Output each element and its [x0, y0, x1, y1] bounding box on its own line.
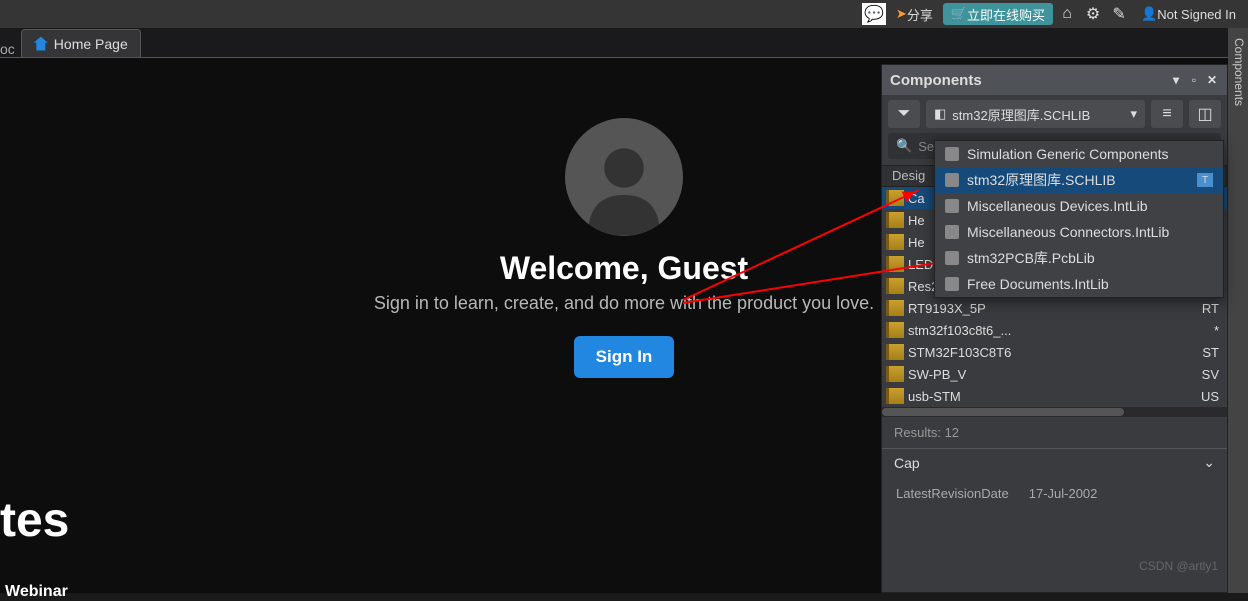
- filter-button[interactable]: ⏷: [888, 100, 920, 128]
- detail-name: Cap: [894, 455, 920, 471]
- welcome-title: Welcome, Guest: [324, 250, 924, 287]
- component-icon: [886, 388, 904, 404]
- home-tab-icon: [34, 37, 48, 51]
- panel-header: Components ▾ ▫ ✕: [882, 65, 1227, 95]
- buy-button[interactable]: 🛒 立即在线购买: [943, 3, 1053, 25]
- side-tabs: Components: [1228, 28, 1248, 593]
- chevron-down-icon: ⌄: [1203, 454, 1215, 471]
- help-icon[interactable]: ✎: [1107, 3, 1131, 25]
- component-icon: [886, 256, 904, 272]
- share-button[interactable]: ➤分享: [888, 3, 941, 25]
- lib-icon: [945, 251, 959, 265]
- signin-label: Not Signed In: [1157, 7, 1236, 22]
- component-icon: [886, 344, 904, 360]
- panel-close-icon[interactable]: ✕: [1205, 73, 1219, 87]
- side-tab-components[interactable]: Components: [1228, 28, 1248, 116]
- welcome-block: Welcome, Guest Sign in to learn, create,…: [324, 118, 924, 378]
- active-badge: T: [1197, 173, 1213, 187]
- watermark: CSDN @artly1: [1139, 559, 1218, 573]
- signin-button[interactable]: Sign In: [574, 336, 675, 378]
- table-row[interactable]: usb-STM US: [882, 385, 1227, 407]
- table-row[interactable]: stm32f103c8t6_... *: [882, 319, 1227, 341]
- table-row[interactable]: RT9193X_5P RT: [882, 297, 1227, 319]
- h-scrollbar[interactable]: [882, 407, 1227, 417]
- tes-heading: tes: [0, 493, 69, 548]
- gear-icon[interactable]: ⚙: [1081, 3, 1105, 25]
- detail-val: 17-Jul-2002: [1029, 486, 1098, 501]
- panel-title: Components: [890, 72, 982, 89]
- tab-bar: oc Home Page: [0, 28, 1248, 58]
- dropdown-label: stm32PCB库.PcbLib: [967, 248, 1095, 268]
- row-foot: ST: [1193, 345, 1223, 360]
- row-name: STM32F103C8T6: [908, 345, 1133, 360]
- notify-button[interactable]: 💬: [862, 3, 886, 25]
- avatar: [565, 118, 683, 236]
- dropdown-label: stm32原理图库.SCHLIB: [967, 170, 1116, 190]
- selected-lib-label: stm32原理图库.SCHLIB: [952, 105, 1090, 124]
- component-icon: [886, 278, 904, 294]
- table-row[interactable]: SW-PB_V SV: [882, 363, 1227, 385]
- row-foot: RT: [1193, 301, 1223, 316]
- lib-icon: [945, 173, 959, 187]
- lib-icon: [945, 277, 959, 291]
- tab-fragment: oc: [0, 41, 21, 57]
- top-toolbar: 💬 ➤分享 🛒 立即在线购买 ⌂ ⚙ ✎ 👤 Not Signed In: [0, 0, 1248, 28]
- library-dropdown: Simulation Generic Components stm32原理图库.S…: [934, 140, 1224, 298]
- dropdown-item[interactable]: stm32PCB库.PcbLib: [935, 245, 1223, 271]
- list-view-button[interactable]: ≡: [1151, 100, 1183, 128]
- panel-toolbar: ⏷ ◧ stm32原理图库.SCHLIB ▾ ≡ ◫: [882, 95, 1227, 133]
- table-row[interactable]: STM32F103C8T6 ST: [882, 341, 1227, 363]
- detail-view-button[interactable]: ◫: [1189, 100, 1221, 128]
- share-label: 分享: [907, 5, 933, 24]
- lib-icon: [945, 147, 959, 161]
- detail-body: LatestRevisionDate 17-Jul-2002: [882, 476, 1227, 511]
- component-icon: [886, 366, 904, 382]
- home-tab-label: Home Page: [54, 36, 128, 52]
- component-icon: [886, 300, 904, 316]
- search-icon: 🔍: [896, 138, 912, 154]
- welcome-subtitle: Sign in to learn, create, and do more wi…: [324, 293, 924, 314]
- dropdown-item[interactable]: Free Documents.IntLib: [935, 271, 1223, 297]
- row-name: usb-STM: [908, 389, 1133, 404]
- component-icon: [886, 212, 904, 228]
- row-name: stm32f103c8t6_...: [908, 323, 1133, 338]
- library-selector[interactable]: ◧ stm32原理图库.SCHLIB ▾: [926, 100, 1145, 128]
- results-count: Results: 12: [882, 417, 1227, 448]
- row-foot: US: [1193, 389, 1223, 404]
- lib-icon: [945, 199, 959, 213]
- panel-pin-icon[interactable]: ▫: [1187, 73, 1201, 87]
- search-placeholder: Se: [918, 139, 934, 154]
- dropdown-label: Miscellaneous Devices.IntLib: [967, 198, 1148, 214]
- dropdown-item[interactable]: Miscellaneous Devices.IntLib: [935, 193, 1223, 219]
- chevron-down-icon: ▾: [1130, 106, 1137, 122]
- signin-status[interactable]: 👤 Not Signed In: [1133, 3, 1244, 25]
- row-foot: SV: [1193, 367, 1223, 382]
- lib-icon: [945, 225, 959, 239]
- dropdown-label: Free Documents.IntLib: [967, 276, 1109, 292]
- detail-key: LatestRevisionDate: [896, 486, 1009, 501]
- row-name: RT9193X_5P: [908, 301, 1133, 316]
- dropdown-item[interactable]: Simulation Generic Components: [935, 141, 1223, 167]
- tab-home[interactable]: Home Page: [21, 29, 141, 57]
- dropdown-label: Miscellaneous Connectors.IntLib: [967, 224, 1169, 240]
- home-icon[interactable]: ⌂: [1055, 3, 1079, 25]
- component-icon: [886, 322, 904, 338]
- panel-menu-icon[interactable]: ▾: [1169, 73, 1183, 87]
- dropdown-item[interactable]: stm32原理图库.SCHLIB T: [935, 167, 1223, 193]
- dropdown-label: Simulation Generic Components: [967, 146, 1169, 162]
- detail-header[interactable]: Cap ⌄: [882, 448, 1227, 476]
- component-icon: [886, 190, 904, 206]
- lib-icon: ◧: [934, 106, 946, 122]
- row-name: SW-PB_V: [908, 367, 1133, 382]
- row-foot: *: [1193, 323, 1223, 338]
- buy-label: 立即在线购买: [967, 5, 1045, 24]
- webinar-label: Webinar: [5, 583, 68, 601]
- component-icon: [886, 234, 904, 250]
- dropdown-item[interactable]: Miscellaneous Connectors.IntLib: [935, 219, 1223, 245]
